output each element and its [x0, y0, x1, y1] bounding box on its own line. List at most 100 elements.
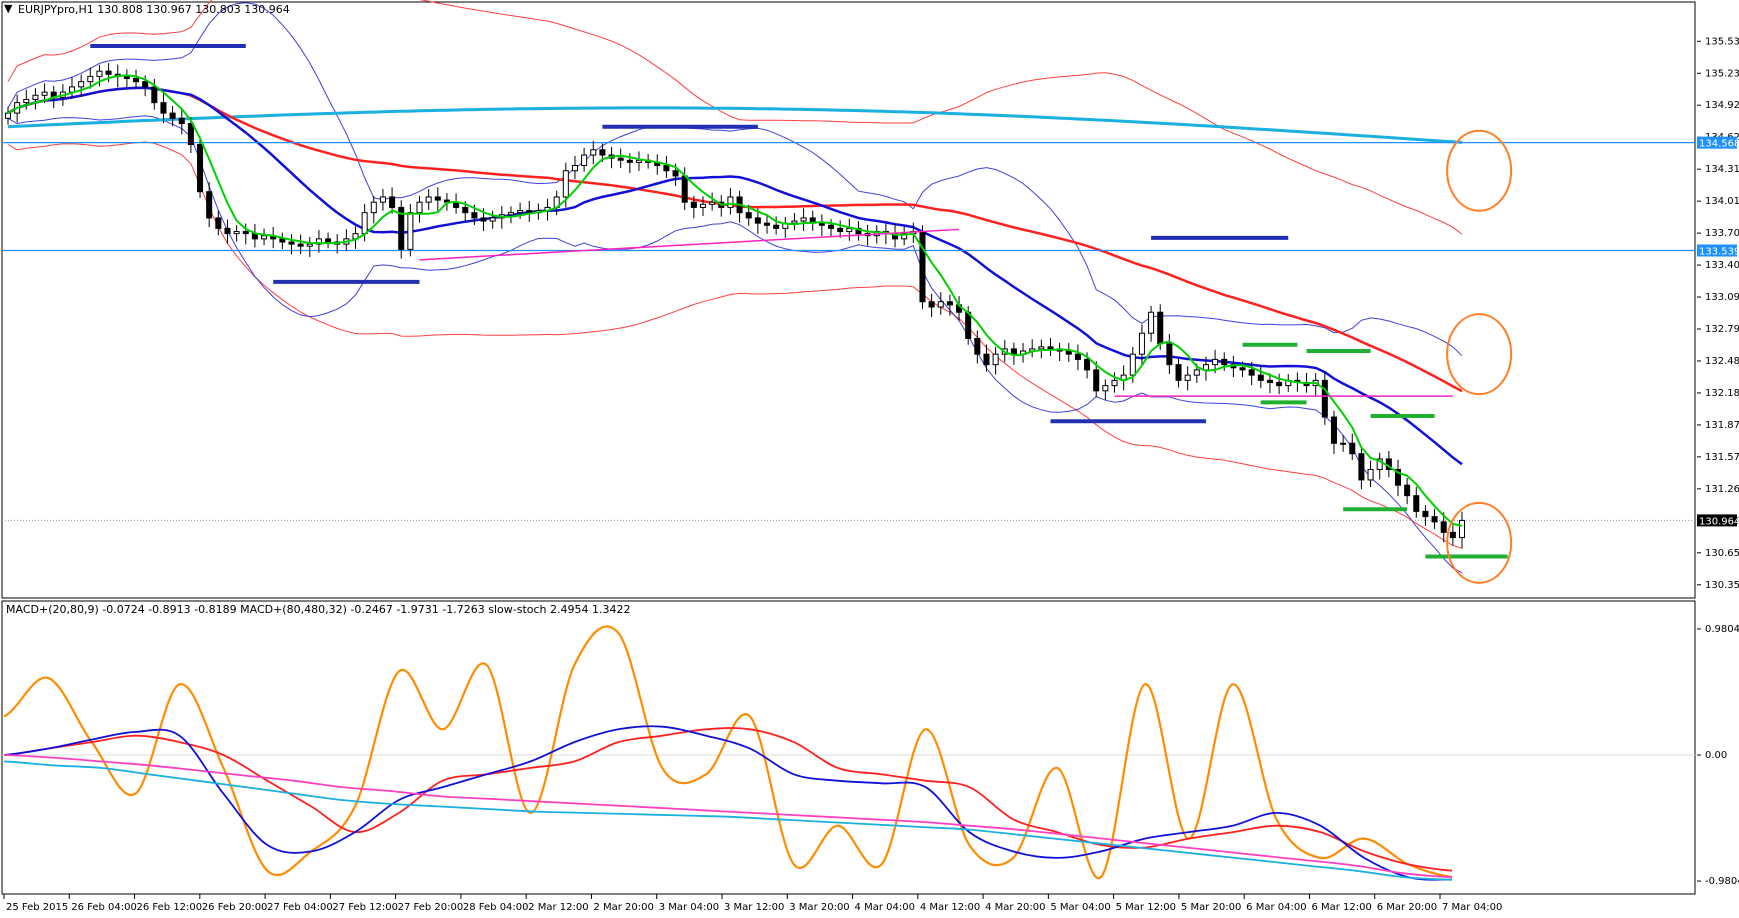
bear-candle-body	[133, 78, 140, 83]
bear-candle-body	[1276, 381, 1283, 387]
bear-candle-body	[1239, 367, 1246, 371]
candle	[379, 188, 386, 211]
bear-candle-body	[672, 170, 679, 177]
bear-candle-body	[1166, 343, 1173, 366]
bear-candle-body	[224, 227, 231, 235]
bull-candle-body	[96, 70, 103, 77]
bear-candle-body	[1175, 364, 1182, 381]
candle	[699, 196, 707, 216]
candle	[1029, 339, 1036, 358]
bear-candle-body	[1404, 484, 1411, 497]
bear-candle-body	[1431, 516, 1438, 523]
candle	[919, 225, 926, 309]
bear-candle-body	[1084, 358, 1091, 371]
bear-candle-body	[763, 222, 771, 226]
candle	[736, 190, 743, 223]
bear-candle-body	[1221, 358, 1228, 366]
candle	[763, 216, 771, 234]
bear-candle-body	[242, 231, 249, 235]
bear-candle-body	[946, 301, 953, 306]
candle	[1385, 451, 1392, 478]
candle	[1321, 371, 1328, 425]
bull-candle-body	[87, 75, 94, 83]
candle	[1056, 342, 1063, 362]
bear-candle-body	[215, 217, 222, 229]
bear-candle-body	[965, 311, 972, 339]
bear-candle-body	[1358, 453, 1365, 481]
x-tick-label: 26 Feb 12:00	[137, 902, 203, 913]
bull-candle-body	[233, 231, 240, 235]
candle	[1367, 460, 1374, 487]
bull-candle-body	[1111, 379, 1118, 387]
y-tick-label: 133.705	[1705, 228, 1739, 239]
y-tick-label: 132.180	[1705, 388, 1739, 399]
candle	[727, 188, 734, 215]
candle	[782, 216, 789, 238]
bear-candle-body	[123, 75, 130, 80]
bull-candle-body	[407, 212, 414, 250]
bull-candle-body	[23, 98, 30, 104]
candle	[489, 210, 496, 229]
main-chart-frame	[1, 1, 1696, 599]
bull-candle-body	[41, 91, 48, 96]
bear-candle-body	[1413, 495, 1420, 512]
medium-moving-average	[7, 86, 1463, 466]
bull-candle-body	[361, 212, 368, 235]
bear-candle-body	[1266, 379, 1273, 383]
symbol-header: EURJPYpro,H1 130.808 130.967 130.803 130…	[18, 3, 290, 16]
candle	[855, 221, 862, 241]
bear-candle-body	[681, 175, 688, 203]
y-tick-label: 134.315	[1705, 164, 1739, 175]
candle	[635, 151, 642, 171]
bear-candle-body	[1093, 369, 1100, 392]
candle	[4, 106, 12, 125]
bull-candle-body	[507, 212, 514, 216]
candle	[992, 347, 999, 375]
bear-candle-body	[160, 102, 167, 114]
collapse-arrow-icon[interactable]: ▼	[4, 2, 13, 15]
x-tick-label: 6 Mar 12:00	[1311, 902, 1371, 913]
candle	[123, 69, 130, 88]
candle	[1422, 505, 1429, 526]
candle	[937, 292, 944, 315]
oscillator-panel[interactable]	[2, 625, 1695, 881]
bull-candle-body	[1193, 369, 1200, 376]
bull-candle-body	[1367, 468, 1374, 481]
bull-candle-body	[1129, 353, 1136, 376]
x-tick-label: 26 Feb 20:00	[202, 902, 268, 913]
bull-candle-body	[581, 154, 588, 167]
x-tick-label: 28 Feb 04:00	[463, 902, 529, 913]
candle	[654, 154, 661, 175]
bear-candle-body	[754, 217, 761, 224]
y-tick-label: 130.655	[1705, 548, 1739, 559]
bear-candle-body	[828, 224, 835, 229]
bull-candle-body	[1458, 519, 1466, 539]
candle	[1431, 508, 1438, 529]
bull-candle-body	[306, 243, 313, 247]
candle	[718, 195, 725, 217]
bull-candle-body	[699, 203, 707, 208]
y-tick-label: 135.535	[1705, 36, 1739, 47]
candle	[507, 206, 514, 224]
candle	[453, 193, 460, 214]
bear-candle-body	[1074, 353, 1081, 360]
y-tick-label: 135.230	[1705, 68, 1739, 79]
bull-candle-body	[937, 301, 944, 308]
chart-canvas[interactable]: 135.535135.230134.925134.620134.315134.0…	[0, 0, 1739, 918]
bull-candle-body	[379, 196, 386, 203]
bull-candle-body	[727, 196, 734, 208]
bear-candle-body	[773, 224, 780, 229]
bear-candle-body	[1047, 346, 1054, 350]
bear-candle-body	[297, 243, 304, 247]
bear-candle-body	[142, 81, 149, 88]
bull-candle-body	[992, 353, 999, 366]
bull-candle-body	[571, 165, 578, 172]
bear-candle-body	[151, 86, 158, 104]
candle	[1184, 366, 1191, 391]
bear-candle-body	[919, 231, 926, 303]
price-panel[interactable]	[2, 0, 1695, 584]
bear-candle-body	[178, 117, 185, 125]
oscillator-series-line	[3, 625, 1453, 880]
candle	[581, 147, 588, 172]
orange-highlight-circle	[1446, 501, 1513, 584]
